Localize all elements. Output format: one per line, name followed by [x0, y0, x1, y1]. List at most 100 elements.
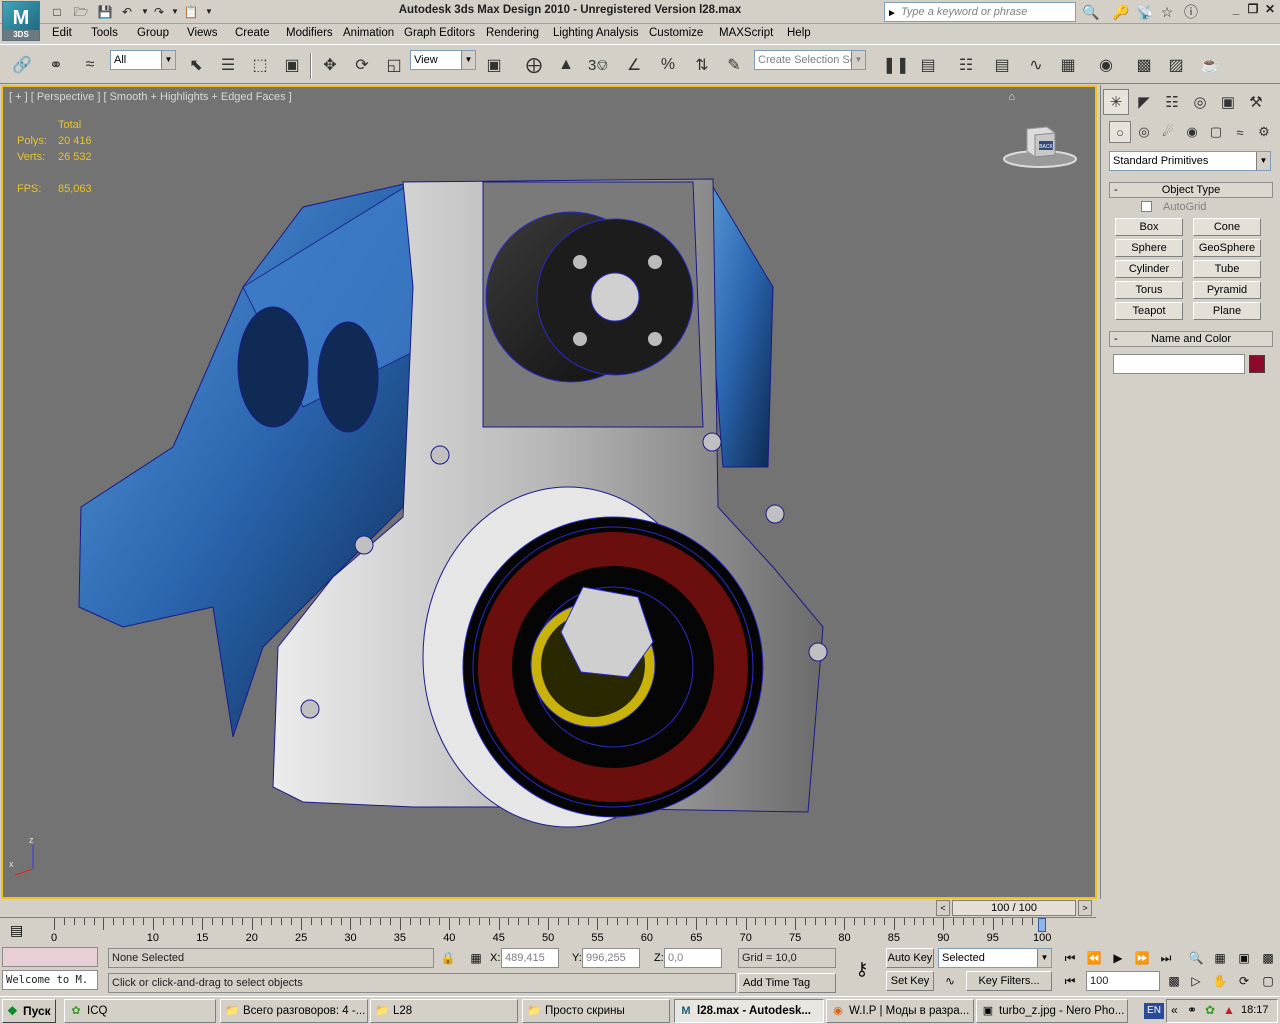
select-and-move-icon[interactable]: ✥ [316, 51, 344, 79]
select-object-icon[interactable]: ⬉ [182, 51, 210, 79]
maxscript-listener-input[interactable] [2, 947, 98, 967]
close-icon[interactable]: ✕ [1262, 2, 1278, 18]
shapes-icon[interactable]: ◎ [1133, 121, 1155, 143]
reference-coordinate-dropdown[interactable]: View ▼ [410, 50, 476, 70]
menu-rendering[interactable]: Rendering [486, 27, 539, 39]
sphere-button[interactable]: Sphere [1115, 239, 1183, 257]
app-menu-button[interactable]: M 3DS [2, 1, 40, 41]
material-editor-icon[interactable]: ◉ [1092, 51, 1120, 79]
orbit-icon[interactable]: ⟳ [1234, 971, 1254, 991]
menu-modifiers[interactable]: Modifiers [286, 27, 333, 39]
search-expand-icon[interactable]: ► [887, 5, 897, 23]
box-button[interactable]: Box [1115, 218, 1183, 236]
menu-maxscript[interactable]: MAXScript [719, 27, 773, 39]
snaps-toggle-icon[interactable]: 3 ⎊ [588, 51, 616, 79]
taskbar-item-firefox[interactable]: ◉ W.I.P | Моды в разра... [826, 999, 974, 1023]
previous-frame-icon[interactable]: < [936, 900, 950, 916]
auto-key-button[interactable]: Auto Key [886, 948, 934, 968]
menu-graph-editors[interactable]: Graph Editors [404, 27, 475, 39]
motion-tab-icon[interactable]: ◎ [1187, 89, 1213, 115]
schematic-view-icon[interactable]: ▦ [1054, 51, 1082, 79]
torus-button[interactable]: Torus [1115, 281, 1183, 299]
select-and-link-icon[interactable]: 🔗 [8, 51, 36, 79]
play-icon[interactable]: ▶ [1108, 948, 1128, 968]
taskbar-item-icq[interactable]: ✿ ICQ [64, 999, 216, 1023]
taskbar-item-3dsmax[interactable]: Ml28.max - Autodesk... [674, 999, 824, 1023]
current-frame-marker[interactable] [1038, 918, 1046, 932]
cameras-icon[interactable]: ◉ [1181, 121, 1203, 143]
geosphere-button[interactable]: GeoSphere [1193, 239, 1261, 257]
new-file-icon[interactable]: □ [48, 3, 66, 21]
previous-key-icon[interactable]: ⏪ [1084, 948, 1104, 968]
menu-animation[interactable]: Animation [343, 27, 394, 39]
render-production-icon[interactable]: ☕ [1196, 51, 1224, 79]
zoom-extents-icon[interactable]: ▣ [1234, 948, 1254, 968]
spinner-snap-icon[interactable]: ⇅ [688, 51, 716, 79]
named-selection-sets-input[interactable]: Create Selection Se ▼ [754, 50, 866, 70]
field-of-view-icon[interactable]: ▷ [1186, 971, 1206, 991]
lights-icon[interactable]: ☄ [1157, 121, 1179, 143]
angle-snap-icon[interactable]: ∠ [620, 51, 648, 79]
antivirus-tray-icon[interactable]: ▲ [1223, 1003, 1235, 1017]
favorites-star-icon[interactable]: ☆ [1156, 3, 1178, 21]
select-by-name-icon[interactable]: ☰ [214, 51, 242, 79]
pan-view-icon[interactable]: ✋ [1210, 971, 1230, 991]
edit-named-selection-icon[interactable]: ✎ [720, 51, 748, 79]
perspective-viewport[interactable]: [ + ] [ Perspective ] [ Smooth + Highlig… [1, 85, 1097, 899]
primitive-category-dropdown[interactable]: Standard Primitives ▼ [1109, 151, 1271, 171]
align-icon[interactable]: ▤ [914, 51, 942, 79]
menu-edit[interactable]: Edit [52, 27, 72, 39]
menu-tools[interactable]: Tools [91, 27, 118, 39]
search-binoculars-icon[interactable]: 🔍 [1080, 3, 1102, 21]
help-icon[interactable]: ⓘ [1180, 3, 1202, 21]
select-and-rotate-icon[interactable]: ⟳ [348, 51, 376, 79]
mini-curve-editor-icon[interactable]: ▤ [10, 922, 23, 939]
menu-views[interactable]: Views [187, 27, 217, 39]
key-filters-button[interactable]: Key Filters... [966, 971, 1052, 991]
curve-editor-icon[interactable]: ∿ [1022, 51, 1050, 79]
add-time-tag-button[interactable]: Add Time Tag [738, 973, 836, 993]
icq-tray-icon[interactable]: ✿ [1205, 1003, 1215, 1017]
quick-access-dropdown-icon[interactable]: ▼ [200, 3, 218, 21]
taskbar-item-screenshots-folder[interactable]: 📁 Просто скрины [522, 999, 670, 1023]
default-in-out-tangents-icon[interactable]: ∿ [940, 971, 960, 991]
display-tab-icon[interactable]: ▣ [1215, 89, 1241, 115]
subscription-center-icon[interactable]: 🔑 [1110, 3, 1132, 21]
zoom-extents-all-icon[interactable]: ▩ [1258, 948, 1278, 968]
clock[interactable]: 18:17 [1241, 1004, 1269, 1016]
communication-center-icon[interactable]: 📡 [1134, 3, 1156, 21]
modify-tab-icon[interactable]: ◤ [1131, 89, 1157, 115]
graphite-modeling-icon[interactable]: ▤ [988, 51, 1016, 79]
z-coord-input[interactable]: 0,0 [664, 948, 722, 968]
next-key-icon[interactable]: ⏩ [1132, 948, 1152, 968]
object-type-rollout[interactable]: - Object Type [1109, 182, 1273, 198]
plane-button[interactable]: Plane [1193, 302, 1261, 320]
helpers-icon[interactable]: ▢ [1205, 121, 1227, 143]
taskbar-item-l28-folder[interactable]: 📁 L28 [370, 999, 518, 1023]
select-and-scale-icon[interactable]: ◱ [380, 51, 408, 79]
x-coord-input[interactable]: 489,415 [501, 948, 559, 968]
zoom-all-icon[interactable]: ▦ [1210, 948, 1230, 968]
key-mode-toggle-icon[interactable]: ⏮ [1060, 971, 1080, 991]
unlink-selection-icon[interactable]: ⚭ [42, 51, 70, 79]
y-coord-input[interactable]: 996,255 [582, 948, 640, 968]
window-crossing-icon[interactable]: ▣ [278, 51, 306, 79]
menu-create[interactable]: Create [235, 27, 270, 39]
render-setup-icon[interactable]: ▩ [1130, 51, 1158, 79]
tube-button[interactable]: Tube [1193, 260, 1261, 278]
select-and-manipulate-icon[interactable]: ⨁ [520, 51, 548, 79]
key-mode-dropdown[interactable]: Selected ▼ [938, 948, 1052, 968]
minimize-icon[interactable]: _ [1228, 2, 1244, 18]
current-frame-input[interactable]: 100 [1086, 971, 1160, 991]
bind-to-space-warp-icon[interactable]: ≈ [76, 51, 104, 79]
language-indicator[interactable]: EN [1144, 1003, 1164, 1019]
project-folder-icon[interactable]: 📋 [182, 3, 200, 21]
autogrid-checkbox[interactable] [1141, 201, 1152, 212]
menu-customize[interactable]: Customize [649, 27, 703, 39]
name-and-color-rollout[interactable]: - Name and Color [1109, 331, 1273, 347]
percent-snap-icon[interactable]: % [654, 51, 682, 79]
menu-group[interactable]: Group [137, 27, 169, 39]
zoom-icon[interactable]: 🔍 [1186, 948, 1206, 968]
keyboard-shortcut-override-icon[interactable]: ▲ [552, 51, 580, 79]
go-to-end-icon[interactable]: ⏭ [1156, 948, 1176, 968]
